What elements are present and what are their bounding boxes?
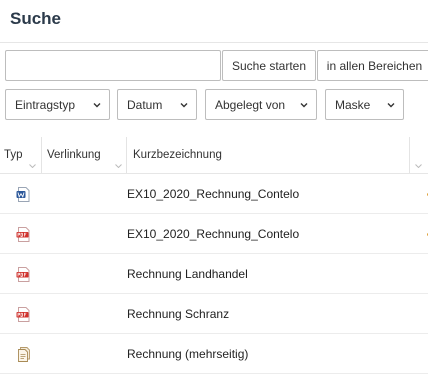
filter-label: Datum <box>127 97 163 112</box>
word-document-icon <box>16 187 30 202</box>
page-title: Suche <box>10 9 62 28</box>
pdf-icon <box>16 307 30 322</box>
chevron-down-icon <box>180 103 188 108</box>
table-row[interactable]: Rechnung Schranz <box>0 294 428 334</box>
column-label: Verlinkung <box>47 149 101 161</box>
row-name: Rechnung Schranz <box>127 307 230 321</box>
chevron-down-icon <box>387 103 395 108</box>
filter-label: Maske <box>335 97 371 112</box>
row-name: EX10_2020_Rechnung_Contelo <box>127 187 300 201</box>
filter-eintragstyp-dropdown[interactable]: Eintragstyp <box>5 89 110 120</box>
sort-arrow-icon <box>115 164 122 168</box>
search-scope-label: in allen Bereichen <box>326 58 423 73</box>
column-divider <box>126 137 127 173</box>
column-header-typ[interactable]: Typ <box>0 137 40 173</box>
filter-label: Abgelegt von <box>215 97 286 112</box>
sort-arrow-icon <box>29 164 36 168</box>
column-label: Typ <box>4 149 23 161</box>
search-input[interactable] <box>5 50 221 81</box>
filter-abgelegt-von-dropdown[interactable]: Abgelegt von <box>205 89 317 120</box>
results-table-header: Typ Verlinkung Kurzbezeichnung <box>0 137 428 173</box>
row-divider <box>0 373 428 374</box>
column-divider <box>41 137 42 173</box>
chevron-down-icon <box>93 103 101 108</box>
row-name: Rechnung (mehrseitig) <box>127 347 249 361</box>
chevron-down-icon <box>300 103 308 108</box>
column-label: Kurzbezeichnung <box>133 149 222 161</box>
search-start-button[interactable]: Suche starten <box>222 50 316 81</box>
filter-datum-dropdown[interactable]: Datum <box>117 89 197 120</box>
filter-label: Eintragstyp <box>15 97 76 112</box>
search-start-label: Suche starten <box>231 58 307 73</box>
sort-arrow-icon <box>415 164 422 168</box>
table-row[interactable]: EX10_2020_Rechnung_Contelo <box>0 214 428 254</box>
row-name: EX10_2020_Rechnung_Contelo <box>127 227 300 241</box>
column-header-kurzbezeichnung[interactable]: Kurzbezeichnung <box>129 137 409 173</box>
pdf-icon <box>16 267 30 282</box>
search-scope-button[interactable]: in allen Bereichen <box>317 50 428 81</box>
table-row[interactable]: Rechnung (mehrseitig) <box>0 334 428 374</box>
filter-maske-dropdown[interactable]: Maske <box>325 89 404 120</box>
pdf-icon <box>16 227 30 242</box>
table-row[interactable]: EX10_2020_Rechnung_Contelo <box>0 174 428 214</box>
header-divider <box>0 42 428 43</box>
column-divider <box>409 137 410 173</box>
column-header-verlinkung[interactable]: Verlinkung <box>43 137 126 173</box>
row-name: Rechnung Landhandel <box>127 267 248 281</box>
multi-page-document-icon <box>18 347 30 362</box>
table-row[interactable]: Rechnung Landhandel <box>0 254 428 294</box>
